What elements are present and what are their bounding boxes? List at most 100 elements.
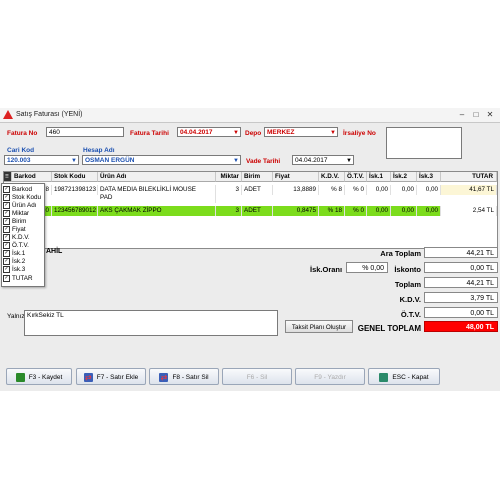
irsaliye-no-input[interactable] bbox=[386, 127, 462, 159]
col-miktar[interactable]: Miktar bbox=[216, 172, 242, 182]
checkbox-checked-icon[interactable]: ✓ bbox=[3, 234, 10, 241]
depo-select[interactable]: MERKEZ ▼ bbox=[264, 127, 338, 137]
column-option-isk3[interactable]: ✓ İsk.3 bbox=[3, 266, 25, 274]
otv-value: 0,00 TL bbox=[424, 307, 498, 318]
row2-isk3[interactable]: 0,00 bbox=[417, 206, 441, 216]
yazdir-button[interactable]: F9 - Yazdır bbox=[295, 368, 365, 385]
vade-tarihi-label: Vade Tarihi bbox=[246, 158, 281, 165]
row2-fiyat[interactable]: 0,8475 bbox=[273, 206, 319, 216]
checkbox-checked-icon[interactable]: ✓ bbox=[3, 250, 10, 257]
row2-tutar[interactable]: 2,54 TL bbox=[441, 206, 497, 216]
column-option-barkod[interactable]: ✓ Barkod bbox=[3, 186, 32, 194]
hesap-adi-select[interactable]: OSMAN ERGÜN ▼ bbox=[82, 155, 241, 165]
chevron-down-icon[interactable]: ▼ bbox=[71, 156, 77, 164]
checkbox-checked-icon[interactable]: ✓ bbox=[3, 242, 10, 249]
row1-isk2[interactable]: 0,00 bbox=[391, 185, 417, 195]
cari-kod-select[interactable]: 120.003 ▼ bbox=[4, 155, 79, 165]
row1-isk1[interactable]: 0,00 bbox=[367, 185, 391, 195]
hesap-adi-label: Hesap Adı bbox=[83, 147, 115, 154]
col-isk3[interactable]: İsk.3 bbox=[417, 172, 441, 182]
checkbox-checked-icon[interactable]: ✓ bbox=[3, 210, 10, 217]
row1-birim[interactable]: ADET bbox=[242, 185, 273, 195]
row1-miktar[interactable]: 3 bbox=[216, 185, 242, 195]
checkbox-checked-icon[interactable]: ✓ bbox=[3, 186, 10, 193]
row2-isk2[interactable]: 0,00 bbox=[391, 206, 417, 216]
row2-birim[interactable]: ADET bbox=[242, 206, 273, 216]
checkbox-checked-icon[interactable]: ✓ bbox=[3, 266, 10, 273]
checkbox-checked-icon[interactable]: ✓ bbox=[3, 202, 10, 209]
genel-toplam-value: 48,00 TL bbox=[424, 321, 498, 332]
col-tutar[interactable]: TUTAR bbox=[441, 172, 497, 182]
column-option-urun-adi[interactable]: ✓ Ürün Adı bbox=[3, 202, 37, 210]
irsaliye-no-label: İrsaliye No bbox=[343, 130, 376, 137]
otv-label: Ö.T.V. bbox=[400, 310, 421, 319]
column-option-isk2[interactable]: ✓ İsk.2 bbox=[3, 258, 25, 266]
taksit-plan-button[interactable]: Taksit Planı Oluştur bbox=[285, 320, 353, 333]
chevron-down-icon[interactable]: ▼ bbox=[346, 156, 352, 164]
fatura-no-input[interactable]: 460 bbox=[46, 127, 124, 137]
checkbox-checked-icon[interactable]: ✓ bbox=[3, 218, 10, 225]
close-button[interactable]: ✕ bbox=[484, 110, 496, 119]
satir-sil-button[interactable]: ⇄ F8 - Satır Sil bbox=[149, 368, 219, 385]
sil-button[interactable]: F6 - Sil bbox=[222, 368, 292, 385]
ara-toplam-value: 44,21 TL bbox=[424, 247, 498, 258]
chevron-down-icon[interactable]: ▼ bbox=[233, 128, 239, 136]
col-urun-adi[interactable]: Ürün Adı bbox=[98, 172, 216, 182]
row2-miktar[interactable]: 3 bbox=[216, 206, 242, 216]
toplam-value: 44,21 TL bbox=[424, 277, 498, 288]
column-option-fiyat[interactable]: ✓ Fiyat bbox=[3, 226, 26, 234]
checkbox-checked-icon[interactable]: ✓ bbox=[3, 275, 10, 282]
fatura-tarihi-label: Fatura Tarihi bbox=[130, 130, 169, 137]
col-fiyat[interactable]: Fiyat bbox=[273, 172, 319, 182]
checkbox-checked-icon[interactable]: ✓ bbox=[3, 226, 10, 233]
row2-otv[interactable]: % 0 bbox=[345, 206, 367, 216]
row1-tutar[interactable]: 41,67 TL bbox=[441, 185, 497, 195]
column-option-miktar[interactable]: ✓ Miktar bbox=[3, 210, 29, 218]
row1-isk3[interactable]: 0,00 bbox=[417, 185, 441, 195]
col-otv[interactable]: Ö.T.V. bbox=[345, 172, 367, 182]
iskonto-label: İskonto bbox=[394, 265, 421, 274]
col-birim[interactable]: Birim bbox=[242, 172, 273, 182]
column-chooser-menu: ✓ Barkod ✓ Stok Kodu ✓ Ürün Adı ✓ Miktar ✓ Bi… bbox=[1, 183, 45, 287]
partial-label: AHİL bbox=[46, 248, 63, 255]
kaydet-button[interactable]: F3 - Kaydet bbox=[6, 368, 72, 385]
col-barkod[interactable]: Barkod bbox=[12, 172, 52, 182]
chevron-down-icon[interactable]: ▼ bbox=[233, 156, 239, 164]
col-stok-kodu[interactable]: Stok Kodu bbox=[52, 172, 98, 182]
row2-urun-adi[interactable]: AKS ÇAKMAK ZİPPO bbox=[98, 206, 216, 216]
row2-stok-kodu[interactable]: 123456789012 bbox=[52, 206, 98, 216]
column-option-kdv[interactable]: ✓ K.D.V. bbox=[3, 234, 30, 242]
vade-tarihi-input[interactable]: 04.04.2017 ▼ bbox=[292, 155, 354, 165]
window-title: Satış Faturası (YENİ) bbox=[16, 111, 83, 118]
maximize-button[interactable]: □ bbox=[470, 110, 482, 119]
row1-otv[interactable]: % 0 bbox=[345, 185, 367, 195]
delete-row-icon: ⇄ bbox=[159, 372, 169, 382]
row1-stok-kodu[interactable]: 198721398123 bbox=[52, 185, 98, 195]
minimize-button[interactable]: – bbox=[456, 110, 468, 119]
checkbox-checked-icon[interactable]: ✓ bbox=[3, 194, 10, 201]
column-option-isk1[interactable]: ✓ İsk.1 bbox=[3, 250, 25, 258]
kapat-button[interactable]: ESC - Kapat bbox=[368, 368, 440, 385]
col-kdv[interactable]: K.D.V. bbox=[319, 172, 345, 182]
yalniz-textarea[interactable]: KırkSekiz TL bbox=[24, 310, 278, 336]
satir-ekle-button[interactable]: ⇄ F7 - Satır Ekle bbox=[76, 368, 146, 385]
column-option-tutar[interactable]: ✓ TUTAR bbox=[3, 275, 33, 283]
checkbox-checked-icon[interactable]: ✓ bbox=[3, 258, 10, 265]
row1-fiyat[interactable]: 13,8889 bbox=[273, 185, 319, 195]
kdv-label: K.D.V. bbox=[399, 295, 421, 304]
yalniz-label: Yalnız bbox=[7, 313, 25, 320]
col-isk1[interactable]: İsk.1 bbox=[367, 172, 391, 182]
cari-kod-label: Cari Kod bbox=[7, 147, 35, 154]
col-isk2[interactable]: İsk.2 bbox=[391, 172, 417, 182]
row1-kdv[interactable]: % 8 bbox=[319, 185, 345, 195]
column-option-stok-kodu[interactable]: ✓ Stok Kodu bbox=[3, 194, 41, 202]
column-chooser-button[interactable]: ≡ bbox=[4, 172, 12, 182]
row2-kdv[interactable]: % 18 bbox=[319, 206, 345, 216]
genel-toplam-label: GENEL TOPLAM bbox=[357, 324, 421, 333]
fatura-tarihi-input[interactable]: 04.04.2017 ▼ bbox=[177, 127, 241, 137]
column-option-birim[interactable]: ✓ Birim bbox=[3, 218, 26, 226]
row2-isk1[interactable]: 0,00 bbox=[367, 206, 391, 216]
column-option-otv[interactable]: ✓ Ö.T.V. bbox=[3, 242, 29, 250]
chevron-down-icon[interactable]: ▼ bbox=[330, 128, 336, 136]
app-logo-icon bbox=[3, 110, 13, 119]
